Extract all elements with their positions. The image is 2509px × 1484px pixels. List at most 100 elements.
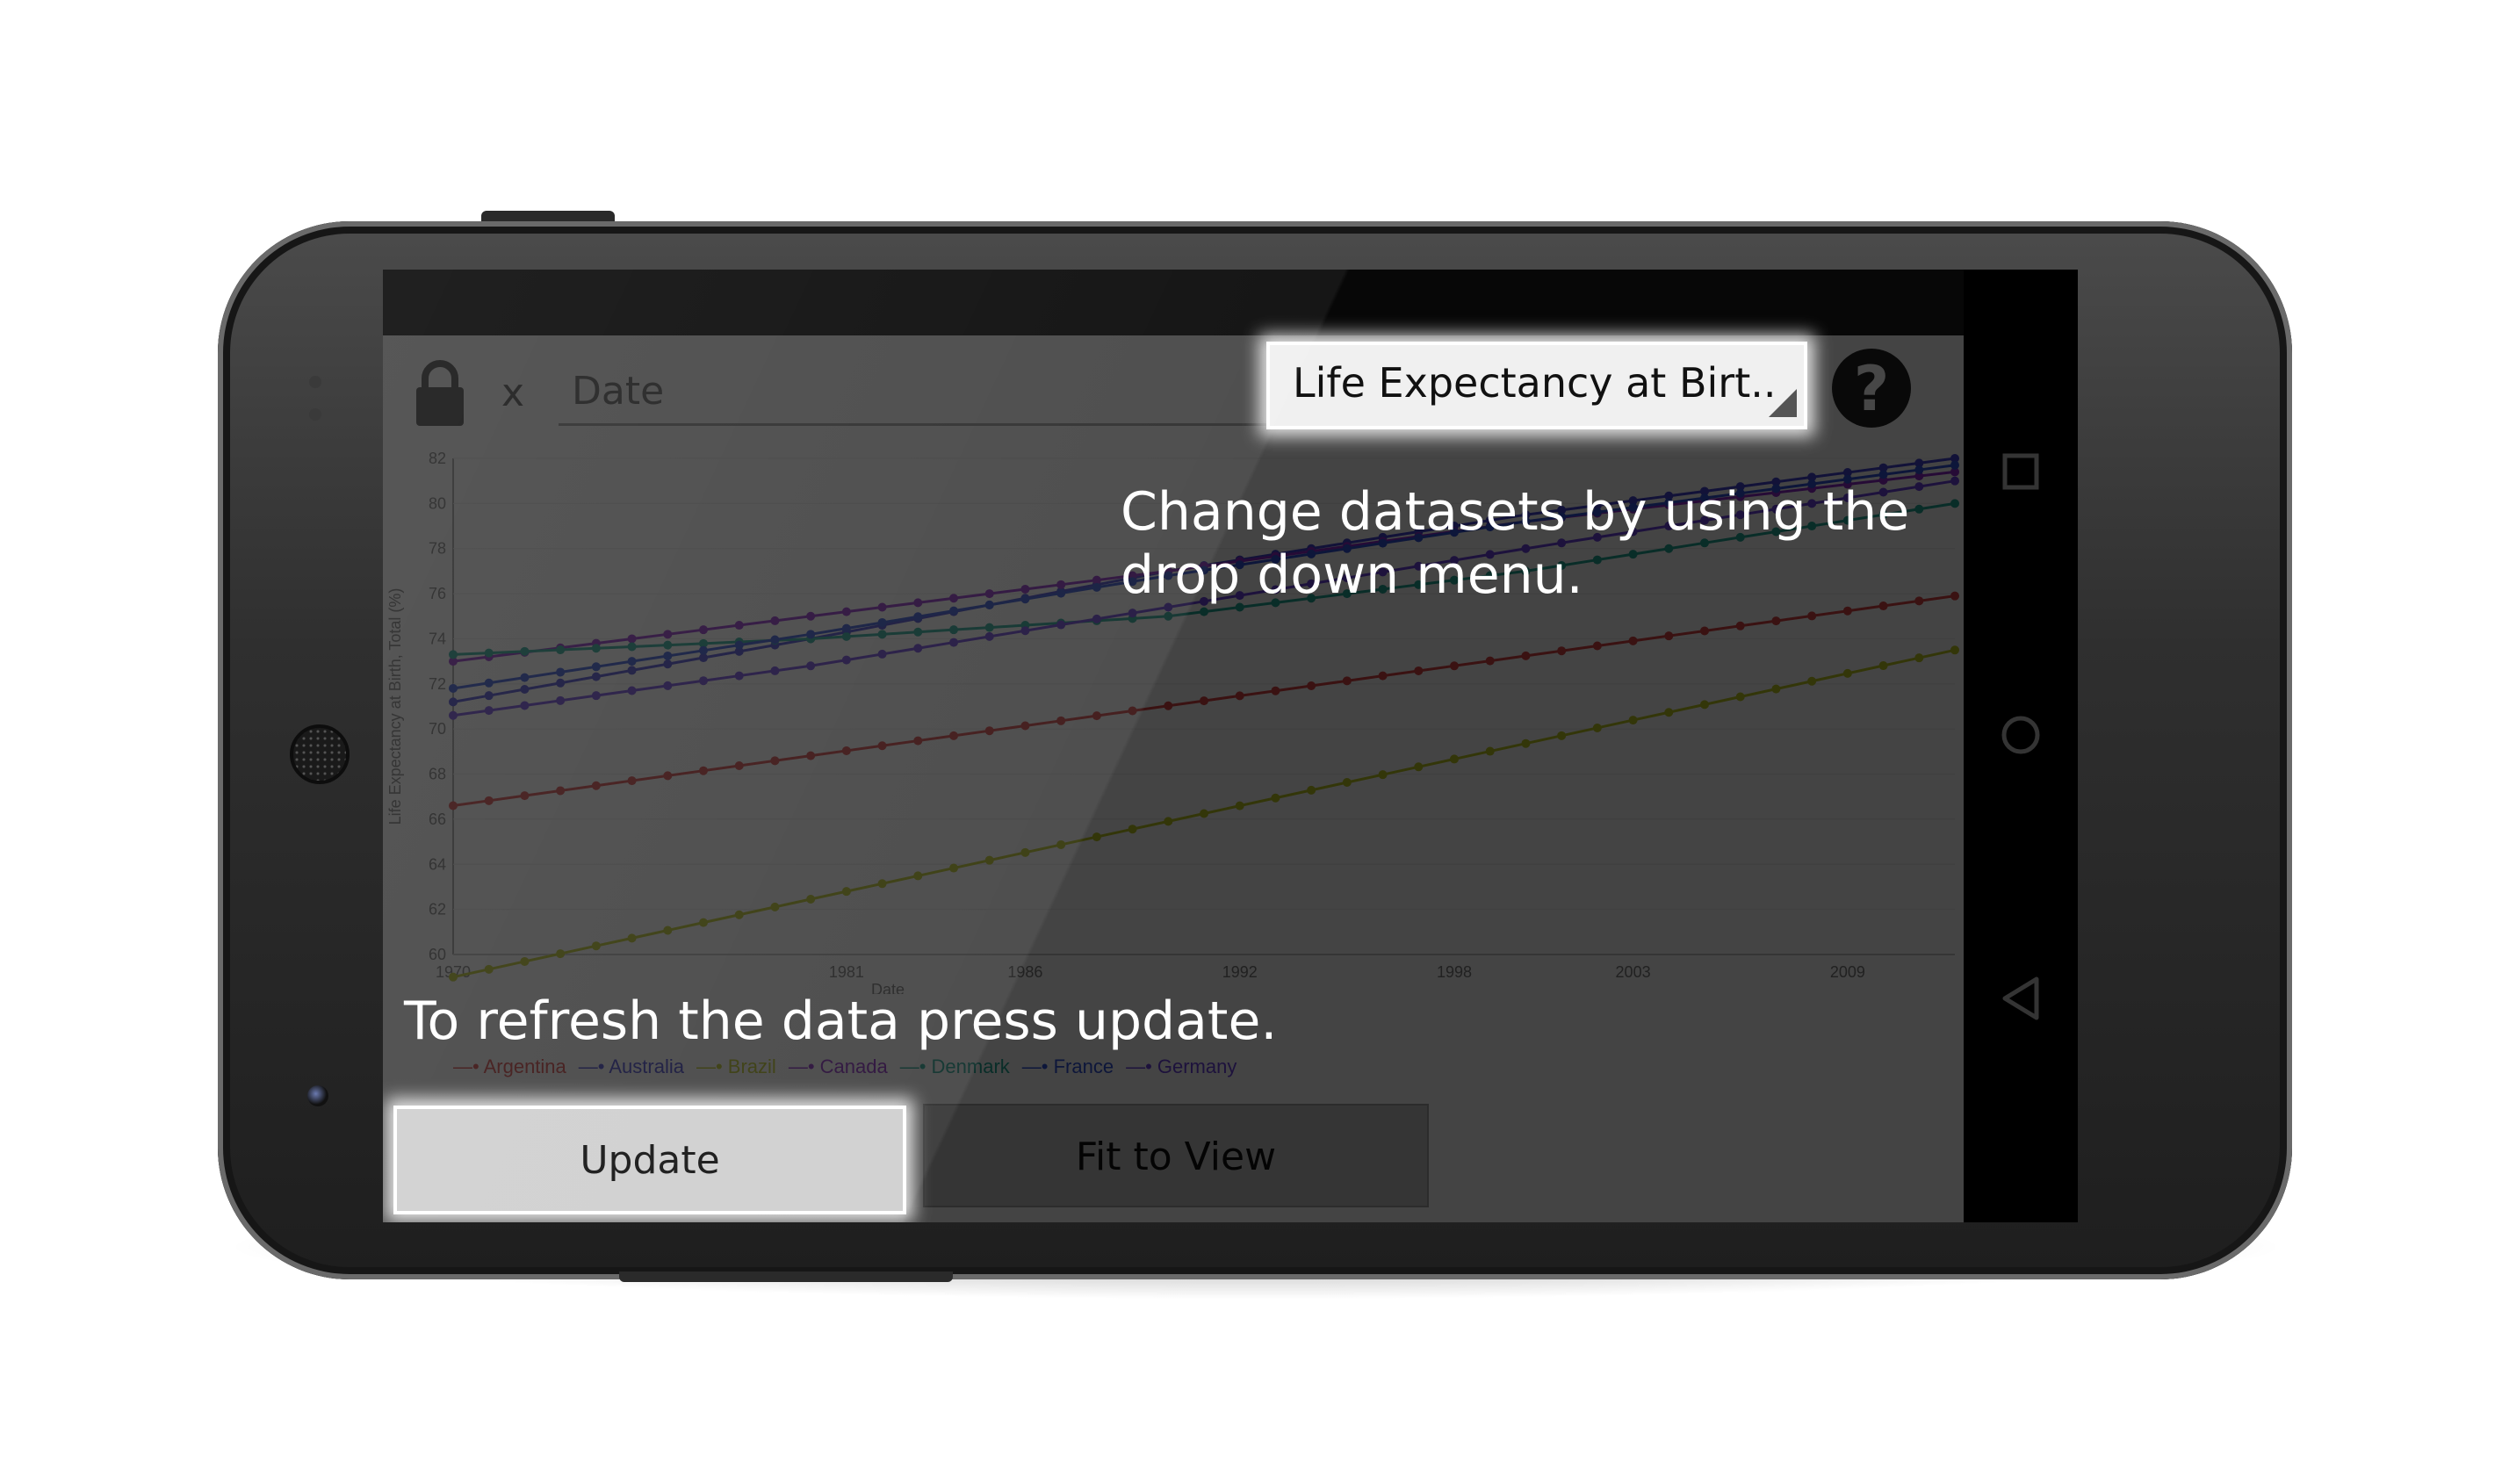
data-point-canada bbox=[949, 594, 958, 603]
data-point-australia bbox=[520, 684, 530, 694]
data-point-france bbox=[1950, 460, 1959, 470]
update-button[interactable]: Update bbox=[393, 1106, 906, 1214]
legend-item-denmark[interactable]: —• Denmark bbox=[900, 1055, 1010, 1078]
help-icon[interactable]: ? bbox=[1832, 349, 1911, 428]
y-tick-label: 74 bbox=[429, 630, 446, 647]
data-point-denmark bbox=[1164, 611, 1173, 621]
data-point-australia bbox=[484, 691, 494, 701]
data-point-argentina bbox=[1557, 646, 1567, 656]
data-point-argentina bbox=[1735, 621, 1745, 630]
data-point-france bbox=[1092, 582, 1101, 592]
data-point-australia bbox=[449, 697, 458, 707]
update-button-label: Update bbox=[580, 1138, 720, 1183]
data-point-brazil bbox=[1771, 684, 1781, 694]
legend-item-canada[interactable]: —• Canada bbox=[789, 1055, 888, 1078]
data-point-brazil bbox=[1735, 692, 1745, 702]
data-point-brazil bbox=[1450, 754, 1459, 764]
data-point-france bbox=[699, 645, 708, 655]
data-point-germany bbox=[913, 644, 923, 653]
data-point-australia bbox=[663, 659, 673, 669]
data-point-france bbox=[877, 617, 887, 627]
data-point-france bbox=[949, 606, 958, 616]
x-tick-label: 1981 bbox=[829, 963, 864, 981]
data-point-argentina bbox=[1056, 716, 1066, 725]
data-point-denmark bbox=[591, 644, 601, 653]
data-point-argentina bbox=[1235, 691, 1244, 701]
data-point-brazil bbox=[484, 964, 494, 974]
y-tick-label: 60 bbox=[429, 946, 446, 963]
data-point-germany bbox=[734, 671, 744, 681]
y-tick-label: 62 bbox=[429, 901, 446, 918]
data-point-argentina bbox=[1450, 661, 1459, 671]
y-tick-label: 70 bbox=[429, 720, 446, 738]
legend-item-argentina[interactable]: —• Argentina bbox=[453, 1055, 566, 1078]
data-point-france bbox=[734, 640, 744, 650]
x-tick-label: 2009 bbox=[1830, 963, 1865, 981]
data-point-brazil bbox=[1164, 817, 1173, 826]
data-point-argentina bbox=[1485, 656, 1495, 666]
home-icon[interactable] bbox=[1994, 709, 2047, 761]
data-point-brazil bbox=[699, 918, 708, 927]
recents-icon[interactable] bbox=[1994, 445, 2047, 498]
data-point-argentina bbox=[984, 726, 994, 736]
sensor-icon bbox=[309, 408, 321, 421]
data-point-argentina bbox=[734, 761, 744, 771]
device-screen: x Date y ? 60626466687072747678808219701… bbox=[383, 270, 2078, 1222]
data-point-brazil bbox=[877, 879, 887, 889]
data-point-brazil bbox=[1200, 809, 1208, 818]
data-point-france bbox=[591, 662, 601, 672]
data-point-brazil bbox=[806, 895, 816, 904]
data-point-australia bbox=[556, 678, 566, 688]
x-tick-label: 2003 bbox=[1616, 963, 1651, 981]
data-point-germany bbox=[591, 691, 601, 701]
data-point-brazil bbox=[1485, 746, 1495, 756]
data-point-canada bbox=[1056, 580, 1066, 589]
legend-item-france[interactable]: —• France bbox=[1022, 1055, 1114, 1078]
data-point-france bbox=[806, 630, 816, 639]
data-point-denmark bbox=[984, 623, 994, 632]
data-point-brazil bbox=[913, 871, 923, 881]
legend-item-australia[interactable]: —• Australia bbox=[579, 1055, 684, 1078]
data-point-denmark bbox=[449, 650, 458, 659]
data-point-germany bbox=[520, 701, 530, 710]
data-point-france bbox=[841, 623, 851, 633]
data-point-brazil bbox=[1271, 793, 1280, 803]
data-point-argentina bbox=[1628, 636, 1638, 645]
data-point-brazil bbox=[627, 933, 637, 943]
data-point-canada bbox=[734, 621, 744, 630]
data-point-argentina bbox=[841, 746, 851, 755]
data-point-france bbox=[913, 612, 923, 622]
status-bar bbox=[383, 270, 1964, 335]
data-point-argentina bbox=[1842, 606, 1852, 616]
back-icon[interactable] bbox=[1994, 972, 2047, 1025]
data-point-argentina bbox=[1271, 686, 1280, 695]
bottom-key bbox=[619, 1271, 953, 1282]
navigation-bar bbox=[1964, 270, 2078, 1222]
x-tick-label: 1992 bbox=[1222, 963, 1258, 981]
speaker-grille bbox=[290, 724, 350, 784]
data-point-argentina bbox=[1342, 676, 1352, 686]
data-point-argentina bbox=[1521, 651, 1531, 660]
data-point-argentina bbox=[484, 796, 494, 805]
data-point-germany bbox=[663, 681, 673, 690]
data-point-brazil bbox=[663, 926, 673, 935]
fit-to-view-button[interactable]: Fit to View bbox=[923, 1104, 1429, 1207]
y-dataset-dropdown[interactable]: Life Expectancy at Birt.. bbox=[1266, 342, 1807, 429]
lock-icon[interactable] bbox=[409, 357, 471, 428]
data-point-argentina bbox=[1200, 696, 1208, 706]
data-point-denmark bbox=[627, 642, 637, 652]
legend-item-brazil[interactable]: —• Brazil bbox=[696, 1055, 776, 1078]
data-point-france bbox=[627, 657, 637, 666]
data-point-canada bbox=[770, 616, 780, 625]
data-point-brazil bbox=[770, 902, 780, 911]
data-point-brazil bbox=[1235, 801, 1244, 810]
data-point-germany bbox=[699, 676, 708, 686]
data-point-brazil bbox=[520, 956, 530, 966]
data-point-brazil bbox=[984, 855, 994, 865]
data-point-brazil bbox=[1592, 723, 1602, 732]
x-tick-label: 1986 bbox=[1007, 963, 1042, 981]
y-tick-label: 80 bbox=[429, 494, 446, 512]
data-point-argentina bbox=[1128, 706, 1137, 716]
legend-item-germany[interactable]: —• Germany bbox=[1126, 1055, 1236, 1078]
data-point-canada bbox=[1020, 584, 1030, 594]
